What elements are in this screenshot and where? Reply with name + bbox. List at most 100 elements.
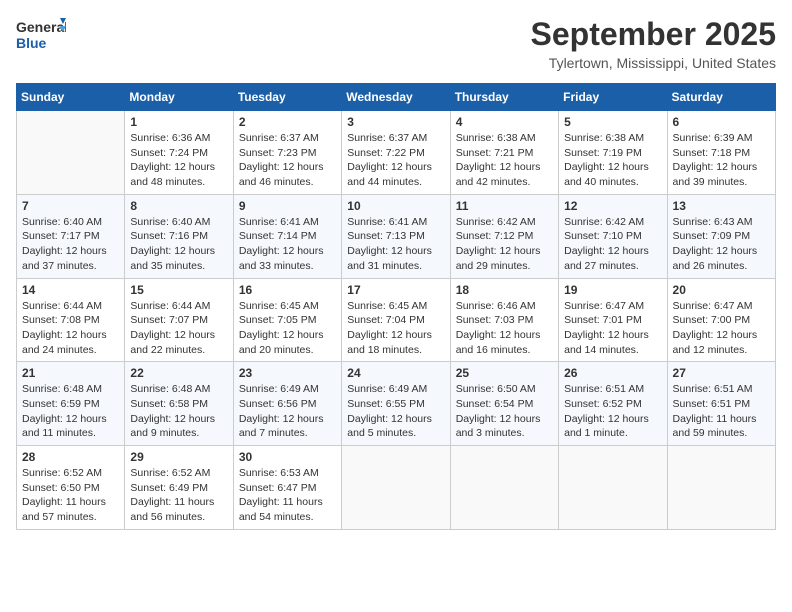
calendar-cell: 28Sunrise: 6:52 AMSunset: 6:50 PMDayligh… <box>17 446 125 530</box>
calendar-cell: 7 Sunrise: 6:40 AMSunset: 7:17 PMDaylight… <box>17 194 125 278</box>
weekday-header-thursday: Thursday <box>450 84 558 111</box>
day-number: 14 <box>22 283 119 297</box>
day-number: 23 <box>239 366 336 380</box>
calendar-cell: 6 Sunrise: 6:39 AMSunset: 7:18 PMDaylight… <box>667 111 775 195</box>
day-number: 29 <box>130 450 227 464</box>
day-info: Sunrise: 6:38 AMSunset: 7:21 PMDaylight:… <box>456 131 553 190</box>
day-info: Sunrise: 6:42 AMSunset: 7:10 PMDaylight:… <box>564 215 661 274</box>
weekday-header-row: SundayMondayTuesdayWednesdayThursdayFrid… <box>17 84 776 111</box>
calendar-cell: 2 Sunrise: 6:37 AMSunset: 7:23 PMDaylight… <box>233 111 341 195</box>
calendar-cell <box>342 446 450 530</box>
logo-svg: General Blue <box>16 16 66 58</box>
day-info: Sunrise: 6:47 AMSunset: 7:00 PMDaylight:… <box>673 299 770 358</box>
page-header: General Blue September 2025 Tylertown, M… <box>16 16 776 71</box>
calendar-cell: 22 Sunrise: 6:48 AMSunset: 6:58 PMDayligh… <box>125 362 233 446</box>
week-row-3: 14 Sunrise: 6:44 AMSunset: 7:08 PMDayligh… <box>17 278 776 362</box>
day-info: Sunrise: 6:40 AMSunset: 7:16 PMDaylight:… <box>130 215 227 274</box>
day-info: Sunrise: 6:42 AMSunset: 7:12 PMDaylight:… <box>456 215 553 274</box>
day-info: Sunrise: 6:51 AMSunset: 6:52 PMDaylight:… <box>564 382 661 441</box>
day-number: 1 <box>130 115 227 129</box>
day-info: Sunrise: 6:53 AMSunset: 6:47 PMDaylight:… <box>239 466 336 525</box>
day-number: 7 <box>22 199 119 213</box>
svg-text:Blue: Blue <box>16 35 47 51</box>
calendar-cell: 24Sunrise: 6:49 AMSunset: 6:55 PMDayligh… <box>342 362 450 446</box>
day-info: Sunrise: 6:36 AMSunset: 7:24 PMDaylight:… <box>130 131 227 190</box>
day-info: Sunrise: 6:38 AMSunset: 7:19 PMDaylight:… <box>564 131 661 190</box>
calendar-cell: 16Sunrise: 6:45 AMSunset: 7:05 PMDayligh… <box>233 278 341 362</box>
calendar-cell: 17 Sunrise: 6:45 AMSunset: 7:04 PMDayligh… <box>342 278 450 362</box>
day-info: Sunrise: 6:43 AMSunset: 7:09 PMDaylight:… <box>673 215 770 274</box>
day-info: Sunrise: 6:40 AMSunset: 7:17 PMDaylight:… <box>22 215 119 274</box>
calendar-cell: 11 Sunrise: 6:42 AMSunset: 7:12 PMDayligh… <box>450 194 558 278</box>
calendar-cell <box>450 446 558 530</box>
day-info: Sunrise: 6:48 AMSunset: 6:58 PMDaylight:… <box>130 382 227 441</box>
day-info: Sunrise: 6:52 AMSunset: 6:49 PMDaylight:… <box>130 466 227 525</box>
day-number: 27 <box>673 366 770 380</box>
day-number: 5 <box>564 115 661 129</box>
day-info: Sunrise: 6:47 AMSunset: 7:01 PMDaylight:… <box>564 299 661 358</box>
weekday-header-sunday: Sunday <box>17 84 125 111</box>
weekday-header-wednesday: Wednesday <box>342 84 450 111</box>
day-number: 21 <box>22 366 119 380</box>
calendar-cell: 14 Sunrise: 6:44 AMSunset: 7:08 PMDayligh… <box>17 278 125 362</box>
calendar-cell: 5 Sunrise: 6:38 AMSunset: 7:19 PMDaylight… <box>559 111 667 195</box>
calendar-cell: 4 Sunrise: 6:38 AMSunset: 7:21 PMDaylight… <box>450 111 558 195</box>
day-info: Sunrise: 6:37 AMSunset: 7:22 PMDaylight:… <box>347 131 444 190</box>
svg-text:General: General <box>16 19 66 35</box>
calendar-cell: 3 Sunrise: 6:37 AMSunset: 7:22 PMDaylight… <box>342 111 450 195</box>
day-number: 10 <box>347 199 444 213</box>
weekday-header-monday: Monday <box>125 84 233 111</box>
calendar-cell: 15 Sunrise: 6:44 AMSunset: 7:07 PMDayligh… <box>125 278 233 362</box>
day-number: 15 <box>130 283 227 297</box>
day-number: 11 <box>456 199 553 213</box>
day-number: 3 <box>347 115 444 129</box>
calendar-cell: 19Sunrise: 6:47 AMSunset: 7:01 PMDayligh… <box>559 278 667 362</box>
day-info: Sunrise: 6:44 AMSunset: 7:08 PMDaylight:… <box>22 299 119 358</box>
day-info: Sunrise: 6:44 AMSunset: 7:07 PMDaylight:… <box>130 299 227 358</box>
week-row-2: 7 Sunrise: 6:40 AMSunset: 7:17 PMDaylight… <box>17 194 776 278</box>
weekday-header-tuesday: Tuesday <box>233 84 341 111</box>
month-title: September 2025 <box>531 16 776 53</box>
day-number: 30 <box>239 450 336 464</box>
day-number: 20 <box>673 283 770 297</box>
calendar-cell: 30 Sunrise: 6:53 AMSunset: 6:47 PMDayligh… <box>233 446 341 530</box>
day-number: 17 <box>347 283 444 297</box>
calendar-cell: 12 Sunrise: 6:42 AMSunset: 7:10 PMDayligh… <box>559 194 667 278</box>
calendar-cell: 21 Sunrise: 6:48 AMSunset: 6:59 PMDayligh… <box>17 362 125 446</box>
day-info: Sunrise: 6:50 AMSunset: 6:54 PMDaylight:… <box>456 382 553 441</box>
calendar-cell <box>667 446 775 530</box>
day-number: 13 <box>673 199 770 213</box>
day-number: 9 <box>239 199 336 213</box>
week-row-4: 21 Sunrise: 6:48 AMSunset: 6:59 PMDayligh… <box>17 362 776 446</box>
day-info: Sunrise: 6:49 AMSunset: 6:56 PMDaylight:… <box>239 382 336 441</box>
day-info: Sunrise: 6:48 AMSunset: 6:59 PMDaylight:… <box>22 382 119 441</box>
day-info: Sunrise: 6:41 AMSunset: 7:13 PMDaylight:… <box>347 215 444 274</box>
calendar-cell: 10 Sunrise: 6:41 AMSunset: 7:13 PMDayligh… <box>342 194 450 278</box>
location-subtitle: Tylertown, Mississippi, United States <box>531 55 776 71</box>
day-number: 12 <box>564 199 661 213</box>
week-row-5: 28Sunrise: 6:52 AMSunset: 6:50 PMDayligh… <box>17 446 776 530</box>
day-number: 26 <box>564 366 661 380</box>
calendar-cell: 23 Sunrise: 6:49 AMSunset: 6:56 PMDayligh… <box>233 362 341 446</box>
day-number: 2 <box>239 115 336 129</box>
day-info: Sunrise: 6:46 AMSunset: 7:03 PMDaylight:… <box>456 299 553 358</box>
day-number: 6 <box>673 115 770 129</box>
day-info: Sunrise: 6:51 AMSunset: 6:51 PMDaylight:… <box>673 382 770 441</box>
day-info: Sunrise: 6:41 AMSunset: 7:14 PMDaylight:… <box>239 215 336 274</box>
day-info: Sunrise: 6:39 AMSunset: 7:18 PMDaylight:… <box>673 131 770 190</box>
calendar-table: SundayMondayTuesdayWednesdayThursdayFrid… <box>16 83 776 530</box>
day-number: 22 <box>130 366 227 380</box>
day-info: Sunrise: 6:37 AMSunset: 7:23 PMDaylight:… <box>239 131 336 190</box>
day-number: 4 <box>456 115 553 129</box>
calendar-cell: 26 Sunrise: 6:51 AMSunset: 6:52 PMDayligh… <box>559 362 667 446</box>
day-info: Sunrise: 6:45 AMSunset: 7:04 PMDaylight:… <box>347 299 444 358</box>
logo: General Blue <box>16 16 66 58</box>
calendar-cell: 1 Sunrise: 6:36 AMSunset: 7:24 PMDaylight… <box>125 111 233 195</box>
day-info: Sunrise: 6:45 AMSunset: 7:05 PMDaylight:… <box>239 299 336 358</box>
calendar-cell: 8Sunrise: 6:40 AMSunset: 7:16 PMDaylight… <box>125 194 233 278</box>
calendar-cell: 20 Sunrise: 6:47 AMSunset: 7:00 PMDayligh… <box>667 278 775 362</box>
weekday-header-saturday: Saturday <box>667 84 775 111</box>
calendar-cell: 9 Sunrise: 6:41 AMSunset: 7:14 PMDaylight… <box>233 194 341 278</box>
title-block: September 2025 Tylertown, Mississippi, U… <box>531 16 776 71</box>
weekday-header-friday: Friday <box>559 84 667 111</box>
